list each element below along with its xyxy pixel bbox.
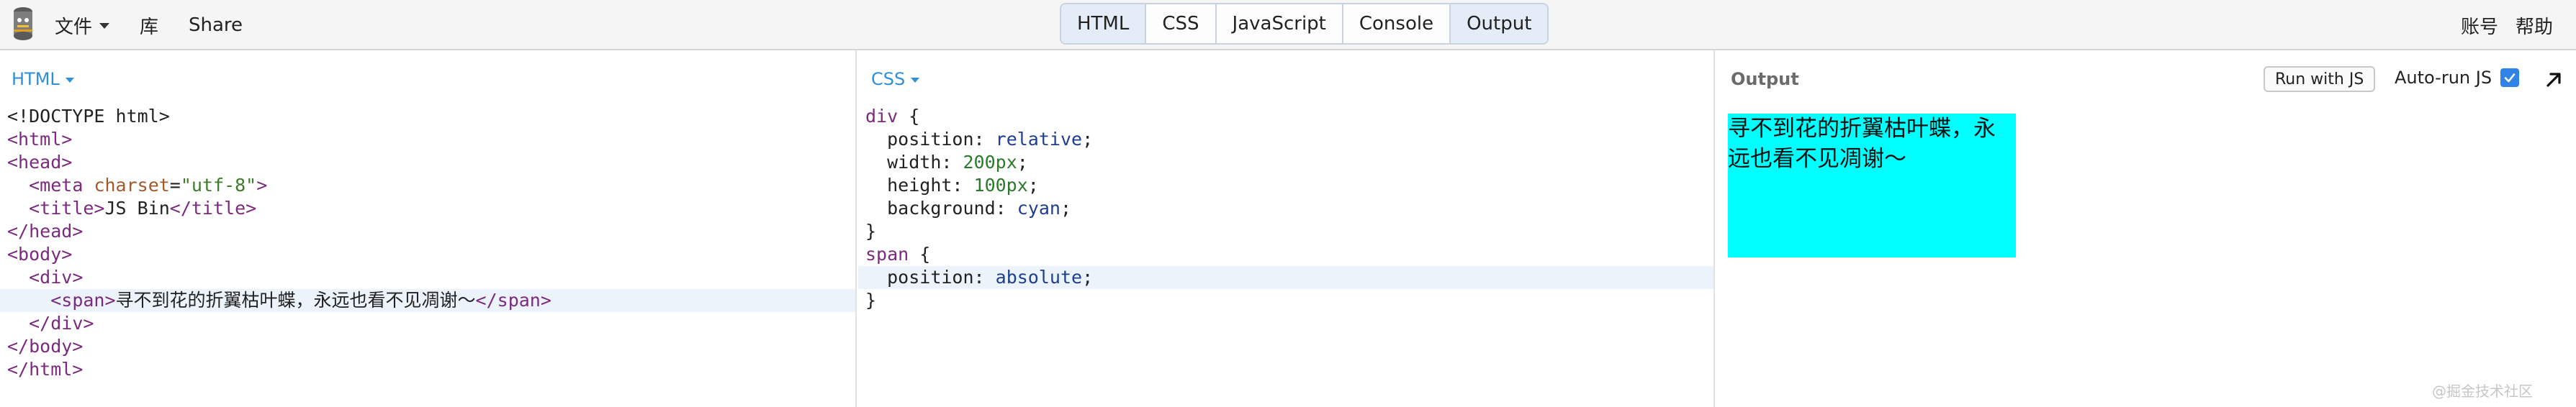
code-line: }	[858, 289, 1713, 312]
library-menu-label: 库	[140, 16, 159, 38]
chevron-down-icon	[911, 77, 920, 83]
top-bar: 文件 库 Share HTML CSS JavaScript Console O…	[0, 0, 2576, 50]
code-token: <meta	[29, 175, 84, 196]
tab-console[interactable]: Console	[1343, 4, 1451, 43]
chevron-down-icon	[65, 77, 74, 83]
code-token: background	[887, 198, 996, 219]
html-editor-pane: HTML <!DOCTYPE html> <html> <head> <meta…	[0, 50, 857, 407]
code-line: position: relative;	[887, 129, 1094, 150]
css-pane-label[interactable]: CSS	[871, 69, 920, 89]
code-token: <html>	[7, 129, 73, 150]
code-token: relative	[995, 129, 1083, 150]
html-pane-label-text: HTML	[12, 69, 60, 89]
code-line-active: <span>寻不到花的折翼枯叶蝶，永远也看不见凋谢～</span>	[0, 289, 855, 312]
tab-output[interactable]: Output	[1451, 4, 1548, 43]
tab-html[interactable]: HTML	[1061, 4, 1147, 43]
css-editor-pane: CSS div { position: relative; width: 200…	[858, 50, 1715, 407]
code-token: position	[887, 267, 974, 288]
code-line: </html>	[0, 358, 855, 381]
account-menu-label: 账号	[2461, 16, 2499, 38]
output-pane-label: Output	[1731, 69, 1799, 89]
code-token: <!DOCTYPE html>	[7, 106, 170, 127]
code-token: 200px	[963, 152, 1017, 173]
code-line: width: 200px;	[887, 152, 1028, 173]
code-line: <!DOCTYPE html>	[0, 105, 855, 128]
code-token: charset	[94, 175, 170, 196]
account-menu[interactable]: 账号	[2461, 0, 2498, 50]
rendered-div: 寻不到花的折翼枯叶蝶，永远也看不见凋谢～	[1728, 114, 2016, 257]
code-token: JS Bin	[104, 198, 170, 219]
popout-arrow-icon[interactable]	[2543, 69, 2564, 91]
code-line: <html>	[0, 128, 855, 151]
html-pane-label[interactable]: HTML	[12, 69, 74, 89]
code-line: </div>	[0, 312, 855, 335]
panel-tabs: HTML CSS JavaScript Console Output	[1060, 3, 1549, 45]
css-code-editor[interactable]: div { position: relative; width: 200px; …	[858, 105, 1713, 312]
checkmark-icon	[2504, 73, 2516, 83]
code-token: </body>	[7, 336, 84, 357]
watermark: @掘金技术社区	[2432, 383, 2533, 400]
share-menu[interactable]: Share	[189, 0, 243, 50]
code-token: {	[898, 106, 920, 127]
rendered-span: 寻不到花的折翼枯叶蝶，永远也看不见凋谢～	[1728, 116, 1996, 172]
css-pane-label-text: CSS	[871, 69, 906, 89]
output-pane: Output Run with JS Auto-run JS 寻不到花的折翼枯叶…	[1716, 50, 2576, 407]
code-token: </title>	[169, 198, 257, 219]
code-token: <div>	[29, 267, 84, 288]
html-code-editor[interactable]: <!DOCTYPE html> <html> <head> <meta char…	[0, 105, 855, 381]
auto-run-checkbox[interactable]	[2500, 68, 2520, 87]
code-line: height: 100px;	[887, 175, 1039, 196]
code-line: </body>	[0, 335, 855, 358]
code-token: </html>	[7, 359, 84, 380]
run-with-js-button[interactable]: Run with JS	[2264, 66, 2376, 92]
code-token: }	[865, 221, 877, 242]
code-token: <body>	[7, 244, 73, 265]
code-token: <head>	[7, 152, 73, 173]
code-line: <body>	[0, 243, 855, 266]
code-line: <title>JS Bin</title>	[0, 197, 855, 220]
code-token: </div>	[29, 313, 94, 334]
code-token: span	[865, 244, 909, 265]
auto-run-label: Auto-run JS	[2395, 68, 2492, 88]
share-menu-label: Share	[189, 14, 243, 36]
library-menu[interactable]: 库	[140, 0, 158, 50]
code-line: <div>	[0, 266, 855, 289]
code-line: div {	[858, 105, 1713, 128]
file-menu-label: 文件	[55, 16, 93, 38]
code-token: 100px	[973, 175, 1028, 196]
code-token: absolute	[995, 267, 1083, 288]
code-line: </head>	[0, 220, 855, 243]
code-token: >	[256, 175, 268, 196]
chevron-down-icon	[99, 23, 110, 29]
code-token: }	[865, 290, 877, 311]
code-token: position	[887, 129, 974, 150]
code-token: =	[169, 175, 181, 196]
code-token: div	[865, 106, 899, 127]
tab-javascript[interactable]: JavaScript	[1216, 4, 1343, 43]
code-token: {	[909, 244, 931, 265]
auto-run-toggle[interactable]: Auto-run JS	[2395, 68, 2520, 88]
code-line: }	[858, 220, 1713, 243]
code-token: </head>	[7, 221, 84, 242]
jsbin-logo-icon[interactable]	[9, 6, 37, 43]
code-token: "utf-8"	[180, 175, 257, 196]
code-token: </span>	[475, 290, 551, 311]
code-token: width	[887, 152, 942, 173]
code-line: background: cyan;	[887, 198, 1072, 219]
help-menu-label: 帮助	[2516, 16, 2554, 38]
code-line: span {	[858, 243, 1713, 266]
code-token: height	[887, 175, 953, 196]
help-menu[interactable]: 帮助	[2516, 0, 2553, 50]
code-line: <meta charset="utf-8">	[0, 174, 855, 197]
code-token: cyan	[1017, 198, 1060, 219]
code-line-active: position: absolute;	[858, 266, 1713, 289]
tab-css[interactable]: CSS	[1146, 4, 1217, 43]
code-line: <head>	[0, 151, 855, 174]
file-menu[interactable]: 文件	[55, 0, 110, 50]
code-token: <title>	[29, 198, 105, 219]
code-token: 寻不到花的折翼枯叶蝶，永远也看不见凋谢～	[115, 290, 476, 311]
code-token: <span>	[50, 290, 116, 311]
